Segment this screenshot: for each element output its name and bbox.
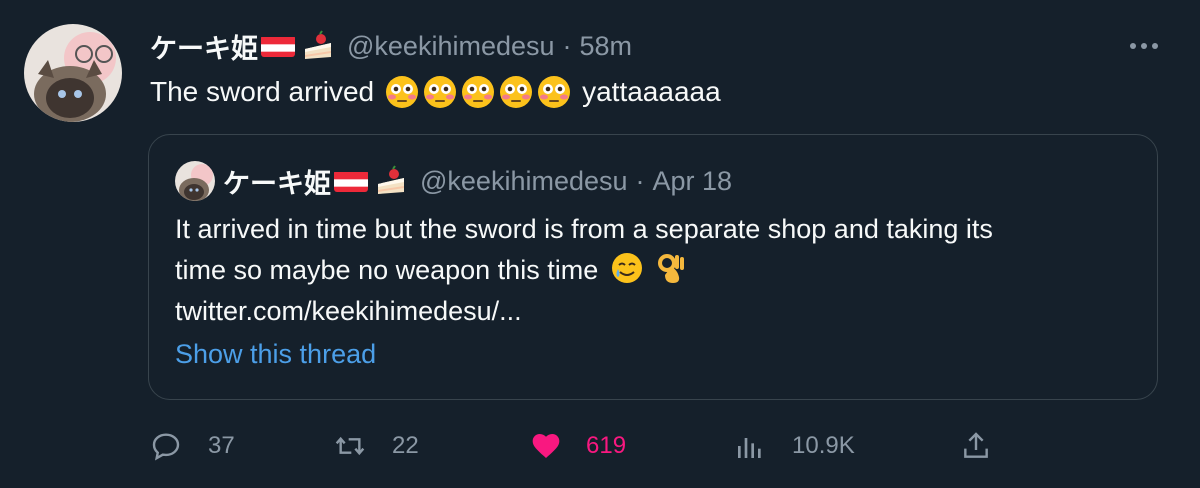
reply-icon <box>152 433 180 461</box>
author-avatar[interactable] <box>24 24 122 122</box>
tweet-header: ケーキ姫 @keekihimedesu · 58m <box>150 26 632 66</box>
quoted-tweet-card[interactable]: ケーキ姫 @keekihimedesu · Apr 18 It arrived … <box>148 134 1158 400</box>
retweet-button[interactable]: 22 <box>334 426 419 466</box>
retweet-icon <box>335 436 365 456</box>
tweet-timestamp[interactable]: 58m <box>580 31 633 62</box>
smiling-face-with-tear-icon <box>611 253 642 283</box>
flushed-face-icon <box>462 76 495 108</box>
tweet-text-after: yattaaaaaa <box>582 76 721 107</box>
quote-text-line-1: It arrived in time but the sword is from… <box>175 214 993 244</box>
avatar-cat-anime-icon <box>175 161 215 201</box>
share-button[interactable] <box>960 426 992 466</box>
austria-flag-icon <box>261 35 295 57</box>
quote-header: ケーキ姫 @keekihimedesu · Apr 18 <box>175 161 732 201</box>
retweet-count: 22 <box>392 432 419 459</box>
shortcake-icon <box>301 29 335 63</box>
quote-author-display-name: ケーキ姫 <box>223 168 331 199</box>
tweet-text: The sword arrived yattaaaaaa <box>150 72 721 112</box>
flushed-face-icon <box>538 76 571 108</box>
flushed-face-icon <box>424 76 457 108</box>
flushed-face-icon <box>500 76 533 108</box>
tweet-text-before: The sword arrived <box>150 76 375 107</box>
quote-text: It arrived in time but the sword is from… <box>175 209 1135 332</box>
shortcake-icon <box>374 164 408 198</box>
quote-link-text: twitter.com/keekihimedesu/... <box>175 296 522 326</box>
quote-timestamp: Apr 18 <box>652 165 733 196</box>
separator-dot: · <box>635 165 645 196</box>
author-handle[interactable]: @keekihimedesu <box>347 31 555 62</box>
analytics-icon <box>738 438 761 458</box>
quote-author-handle: @keekihimedesu <box>420 165 628 196</box>
quote-author-avatar <box>175 161 215 201</box>
separator-dot: · <box>562 30 572 61</box>
like-button[interactable]: 619 <box>530 426 626 466</box>
flushed-face-icon <box>386 76 419 108</box>
like-count: 619 <box>586 432 627 459</box>
more-options-button[interactable] <box>1126 30 1162 62</box>
show-thread-link[interactable]: Show this thread <box>175 339 376 370</box>
author-display-name[interactable]: ケーキ姫 <box>150 27 258 66</box>
share-icon <box>964 432 988 458</box>
emoji-group <box>384 74 572 110</box>
ok-hand-icon <box>658 254 685 283</box>
quote-text-line-2: time so maybe no weapon this time <box>175 255 599 285</box>
austria-flag-icon <box>334 170 368 192</box>
heart-filled-icon <box>532 434 560 458</box>
reply-button[interactable]: 37 <box>150 426 235 466</box>
quote-text-line-2-wrap: time so maybe no weapon this time <box>175 250 1135 291</box>
views-button[interactable]: 10.9K <box>734 426 855 466</box>
reply-count: 37 <box>208 432 235 459</box>
tweet-actions-bar: 37 22 619 10.9K <box>150 426 1010 466</box>
avatar-cat-anime-icon <box>24 24 122 122</box>
tweet[interactable]: ケーキ姫 @keekihimedesu · 58m The sword arri… <box>0 0 1200 488</box>
more-horizontal-icon <box>1130 43 1158 49</box>
views-count: 10.9K <box>792 432 855 459</box>
